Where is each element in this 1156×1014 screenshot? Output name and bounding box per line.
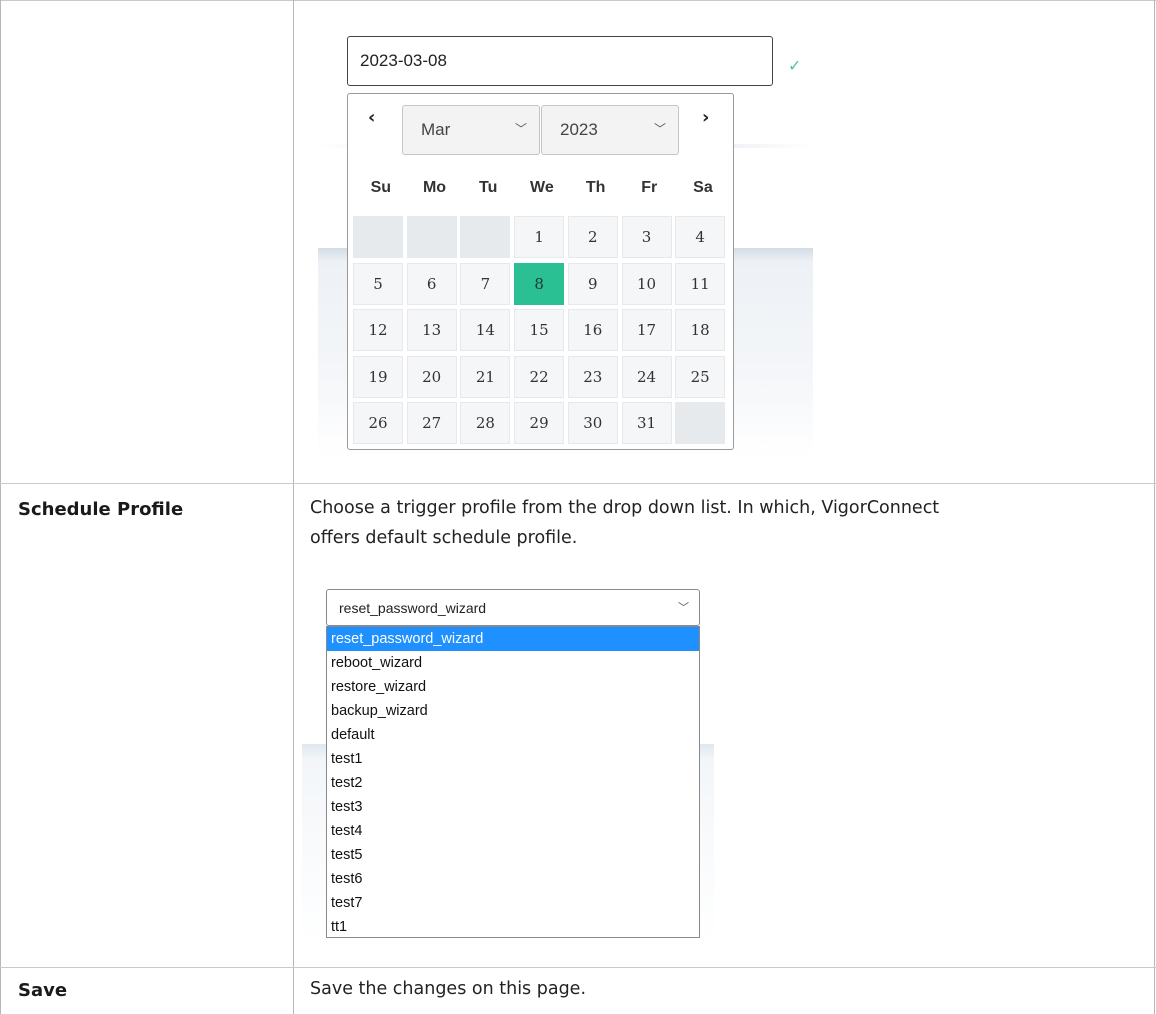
calendar-day-selected[interactable]: 8 bbox=[514, 262, 565, 305]
calendar-day[interactable]: 20 bbox=[406, 355, 457, 398]
calendar-day[interactable]: 29 bbox=[514, 402, 565, 444]
description-line: Save the changes on this page. bbox=[310, 979, 587, 999]
weekday-label: Fr bbox=[641, 179, 658, 196]
month-select-value: Mar bbox=[421, 120, 451, 139]
calendar-day[interactable]: 25 bbox=[675, 355, 726, 398]
calendar-day[interactable]: 7 bbox=[460, 262, 511, 305]
date-picker-popup: ‹ Mar ﹀ 2023 ﹀ › Su Mo Tu We Th Fr Sa 12… bbox=[347, 93, 734, 450]
schedule-profile-select-value: reset_password_wizard bbox=[339, 599, 487, 616]
table-right-border bbox=[1154, 0, 1155, 1014]
calendar-day[interactable]: 30 bbox=[567, 402, 618, 444]
calendar-day[interactable]: 14 bbox=[460, 309, 511, 351]
calendar-empty-cell bbox=[675, 402, 726, 444]
chevron-left-icon[interactable]: ‹ bbox=[368, 107, 375, 128]
calendar-empty-cell bbox=[460, 216, 511, 258]
weekday-label: Tu bbox=[479, 179, 498, 196]
calendar-day[interactable]: 17 bbox=[621, 309, 672, 351]
table-row-divider bbox=[0, 483, 1156, 484]
calendar-day[interactable]: 12 bbox=[353, 309, 403, 351]
calendar-day[interactable]: 1 bbox=[514, 216, 565, 258]
chevron-down-icon: ﹀ bbox=[514, 122, 527, 136]
weekday-label: We bbox=[530, 179, 554, 196]
calendar-day[interactable]: 31 bbox=[621, 402, 672, 444]
dropdown-option[interactable]: test2 bbox=[327, 771, 699, 795]
weekday-label: Mo bbox=[422, 179, 447, 196]
chevron-right-icon[interactable]: › bbox=[702, 107, 709, 128]
schedule-profile-select[interactable]: reset_password_wizard ﹀ bbox=[326, 589, 700, 626]
dropdown-option[interactable]: reset_password_wizard bbox=[327, 627, 699, 651]
table-column-divider bbox=[293, 0, 294, 1014]
calendar-day[interactable]: 11 bbox=[675, 262, 726, 305]
chevron-down-icon: ﹀ bbox=[653, 122, 666, 136]
weekday-label: Sa bbox=[693, 179, 713, 196]
calendar-day[interactable]: 2 bbox=[567, 216, 618, 258]
description-line: offers default schedule profile. bbox=[310, 528, 578, 548]
calendar-day[interactable]: 27 bbox=[406, 402, 457, 444]
calendar-day[interactable]: 24 bbox=[621, 355, 672, 398]
calendar-empty-cell bbox=[353, 216, 403, 258]
dropdown-option[interactable]: reboot_wizard bbox=[327, 651, 699, 675]
dropdown-option[interactable]: test7 bbox=[327, 891, 699, 915]
dropdown-option[interactable]: backup_wizard bbox=[327, 699, 699, 723]
dropdown-option[interactable]: test6 bbox=[327, 867, 699, 891]
row-description: Choose a trigger profile from the drop d… bbox=[310, 493, 939, 553]
weekday-header: Su Mo Tu We Th Fr Sa bbox=[354, 179, 730, 197]
calendar-day[interactable]: 4 bbox=[675, 216, 726, 258]
calendar-day[interactable]: 9 bbox=[567, 262, 618, 305]
check-icon: ✓ bbox=[788, 56, 802, 75]
date-input[interactable]: 2023-03-08 bbox=[347, 36, 773, 86]
calendar-empty-cell bbox=[406, 216, 457, 258]
calendar-day[interactable]: 26 bbox=[353, 402, 403, 444]
month-select[interactable]: Mar ﹀ bbox=[402, 105, 540, 155]
calendar-day[interactable]: 22 bbox=[514, 355, 565, 398]
year-select-value: 2023 bbox=[560, 120, 598, 139]
year-select[interactable]: 2023 ﹀ bbox=[541, 105, 679, 155]
table-left-border bbox=[0, 0, 1, 1014]
calendar-day[interactable]: 16 bbox=[567, 309, 618, 351]
description-line: Choose a trigger profile from the drop d… bbox=[310, 498, 940, 518]
dropdown-option[interactable]: test5 bbox=[327, 843, 699, 867]
calendar-day[interactable]: 10 bbox=[621, 262, 672, 305]
calendar-day[interactable]: 15 bbox=[514, 309, 565, 351]
table-top-border bbox=[0, 0, 1156, 1]
calendar-day[interactable]: 28 bbox=[460, 402, 511, 444]
calendar-day[interactable]: 3 bbox=[621, 216, 672, 258]
weekday-label: Su bbox=[370, 179, 392, 196]
dropdown-option[interactable]: tt1 bbox=[327, 915, 699, 939]
calendar-day[interactable]: 23 bbox=[567, 355, 618, 398]
calendar-day[interactable]: 6 bbox=[406, 262, 457, 305]
row-label: Schedule Profile bbox=[18, 499, 184, 520]
calendar-day[interactable]: 19 bbox=[353, 355, 403, 398]
weekday-label: Th bbox=[585, 179, 606, 196]
chevron-down-icon: ﹀ bbox=[678, 602, 689, 614]
row-description: Save the changes on this page. bbox=[310, 974, 586, 1004]
calendar-day[interactable]: 21 bbox=[460, 355, 511, 398]
dropdown-option[interactable]: restore_wizard bbox=[327, 675, 699, 699]
calendar-day[interactable]: 13 bbox=[406, 309, 457, 351]
table-row-divider bbox=[0, 967, 1156, 968]
row-label: Save bbox=[18, 980, 68, 1001]
calendar-day[interactable]: 5 bbox=[353, 262, 403, 305]
dropdown-option[interactable]: test1 bbox=[327, 747, 699, 771]
dropdown-option[interactable]: default bbox=[327, 723, 699, 747]
schedule-profile-options: reset_password_wizard reboot_wizard restor… bbox=[326, 626, 700, 938]
calendar-day[interactable]: 18 bbox=[675, 309, 726, 351]
dropdown-option[interactable]: test3 bbox=[327, 795, 699, 819]
dropdown-option[interactable]: test4 bbox=[327, 819, 699, 843]
